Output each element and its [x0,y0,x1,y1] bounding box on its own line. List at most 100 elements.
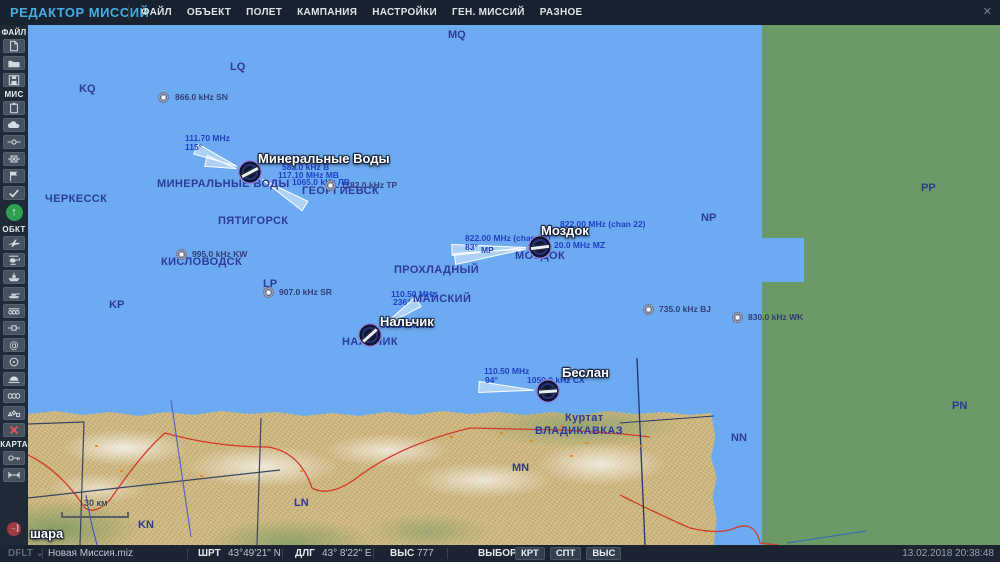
sidebar-btn-triggers[interactable] [3,135,25,149]
sidebar-btn-helicopter[interactable] [3,253,25,267]
airport-name-label: Моздок [541,223,589,238]
airport-name-label: Минеральные Воды [258,151,390,166]
triggers-icon [7,139,21,145]
menu-item-0[interactable]: ФАЙЛ [141,7,172,18]
save-mission-icon [8,75,20,86]
sidebar-btn-static-object[interactable] [3,321,25,335]
city-label: ЧЕРКЕССК [45,193,108,205]
exit-editor-button[interactable]: →] [7,522,21,536]
airplane-icon [8,239,20,247]
ndb-beacon-label: 995.0 kHz KW [192,249,248,259]
open-mission-icon [8,60,20,68]
status-divider [42,548,43,559]
template-icon: @ [9,340,18,351]
city-label: МИНЕРАЛЬНЫЕ ВОДЫ [157,178,290,190]
grid-square-label: PN [952,400,968,412]
map-key-icon [8,455,20,461]
runway-icon [239,165,261,179]
nav-frequency-label: 20.0 MHz MZ [554,240,606,250]
toggle-крт-button[interactable]: КРТ [515,547,545,560]
delete-icon [9,425,19,435]
sidebar-section-label: ФАЙЛ [1,28,27,37]
nav-frequency-label: 94° [485,375,498,385]
mission-editor-window: РЕДАКТОР МИССИЙ ФАЙЛ ОБЪЕКТ ПОЛЕТ КАМПАНИЯ Н… [0,0,1000,562]
menu-item-1[interactable]: ОБЪЕКТ [187,7,231,18]
sidebar-btn-mission-check[interactable] [3,186,25,200]
sidebar-btn-ship[interactable] [3,270,25,284]
map-canvas[interactable]: MQ LQ KQ PP NP LP KP PN NN MN LN KN ЧЕРКЕССК ПЯТИГОРС… [28,25,1000,545]
sidebar-btn-farp[interactable] [3,372,25,386]
title-bar: РЕДАКТОР МИССИЙ ФАЙЛ ОБЪЕКТ ПОЛЕТ КАМПАНИЯ Н… [0,0,1000,25]
sidebar-btn-delete[interactable] [3,423,25,437]
grid-square-label: NP [701,212,717,224]
menu-bar: ФАЙЛ ОБЪЕКТ ПОЛЕТ КАМПАНИЯ НАСТРОЙКИ ГЕН. МИС… [141,0,583,25]
sidebar-btn-map-key[interactable] [3,451,25,465]
theatre-selector[interactable]: DFLT ⌄ [8,545,44,562]
latitude-label: ШРТ [198,548,221,559]
trigger-zone-icon [9,357,19,367]
ndb-beacon-label: 907.0 kHz SR [279,287,332,297]
sidebar-btn-template[interactable]: @ [3,338,25,352]
airport-name-label: Нальчик [380,314,434,329]
sidebar-btn-airplane[interactable] [3,236,25,250]
sidebar-btn-trigger-zone[interactable] [3,355,25,369]
close-icon[interactable]: ✕ [983,0,992,25]
grid-square-label: PP [921,182,936,194]
shapes-icon [7,410,21,417]
failures-icon [8,155,20,163]
sidebar-btn-train[interactable] [3,304,25,318]
grid-square-label: KP [109,299,125,311]
grid-square-label: MN [512,462,530,474]
menu-item-2[interactable]: ПОЛЕТ [246,7,282,18]
ndb-beacon-icon [643,304,654,315]
runway-icon [537,387,559,395]
status-divider [187,548,188,559]
status-bar: DFLT ⌄ Новая Миссия.miz ШРТ 43°49'21" N … [0,545,1000,562]
vehicle-icon [8,293,20,299]
toggle-спт-button[interactable]: СПТ [549,547,582,560]
menu-item-6[interactable]: РАЗНОЕ [540,7,583,18]
sidebar-btn-ruler[interactable] [3,468,25,482]
sidebar-btn-briefing[interactable] [3,101,25,115]
sidebar-btn-save-mission[interactable] [3,73,25,87]
sidebar-btn-vehicle[interactable] [3,287,25,301]
toolbar-sidebar: ФАЙЛ МИС ↑ ОБКТ @ КАРТА →] [0,25,28,545]
ndb-beacon-icon [176,249,187,260]
sidebar-btn-unit-list[interactable] [3,389,25,403]
helicopter-icon [8,255,21,265]
ndb-beacon-icon [263,287,274,298]
select-mode-label[interactable]: ВЫБОР [478,545,517,562]
nav-frequency-label: МР [481,245,494,255]
runway-icon [360,326,380,344]
menu-item-3[interactable]: КАМПАНИЯ [297,7,357,18]
sidebar-btn-shapes[interactable] [3,406,25,420]
latitude-value: 43°49'21" N [228,548,281,559]
sidebar-btn-goals[interactable] [3,169,25,183]
ndb-beacon-label: 830.0 kHz WK [748,312,804,322]
sidebar-btn-new-mission[interactable] [3,39,25,53]
new-mission-icon [10,40,18,52]
longitude-value: 43° 8'22" E [322,548,372,559]
mission-check-icon [9,189,19,198]
sidebar-btn-failures[interactable] [3,152,25,166]
status-divider [447,548,448,559]
grid-square-label: KN [138,519,154,531]
sidebar-section-label: ОБКТ [2,225,26,234]
weather-icon [7,121,20,128]
sidebar-btn-weather[interactable] [3,118,25,132]
map-scale-label: 30 км [84,498,108,508]
menu-item-5[interactable]: ГЕН. МИССИЙ [452,7,525,18]
nav-frequency-label: 236° [393,297,411,307]
title-divider [128,5,129,20]
runway-icon [529,243,551,251]
toggle-выс-button[interactable]: ВЫС [586,547,622,560]
altitude-label: ВЫС [390,548,415,559]
city-label: Куртат [565,412,604,424]
menu-item-4[interactable]: НАСТРОЙКИ [372,7,437,18]
fly-mission-button[interactable]: ↑ [5,204,23,221]
up-arrow-icon: ↑ [11,206,17,218]
mission-filename: Новая Миссия.miz [48,548,133,559]
sidebar-btn-open-mission[interactable] [3,56,25,70]
airport-icon[interactable] [535,378,561,404]
ndb-beacon-label: 1182.0 kHz TP [341,180,398,190]
